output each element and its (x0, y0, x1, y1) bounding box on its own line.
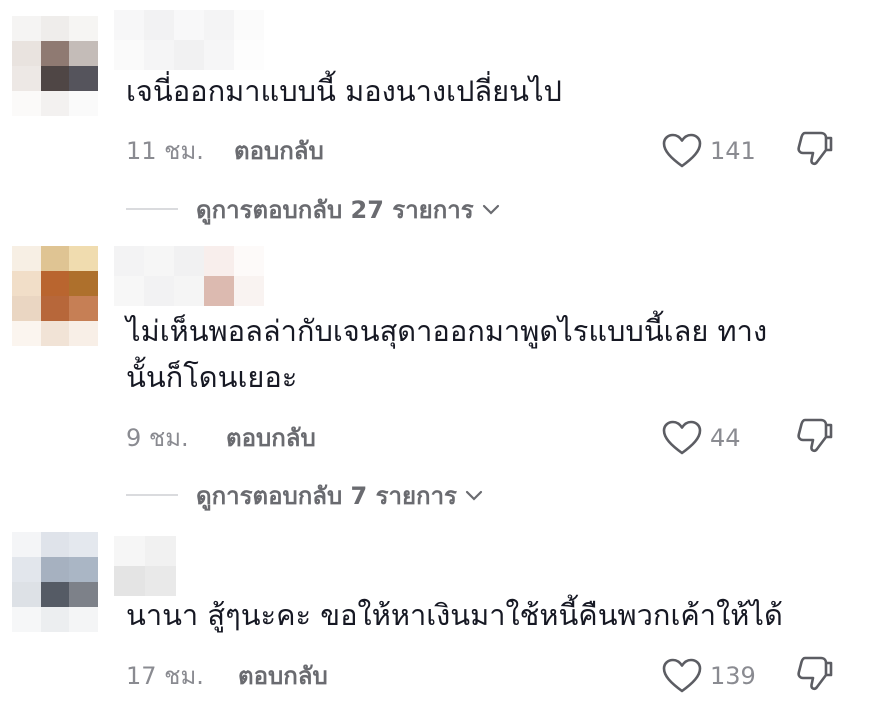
avatar[interactable] (12, 246, 98, 346)
heart-outline-icon (662, 133, 702, 168)
reply-button[interactable]: ตอบกลับ (238, 658, 328, 694)
chevron-down-icon (465, 490, 483, 501)
like-button[interactable]: 139 (662, 656, 756, 696)
comment-time: 17 ชม. (126, 662, 204, 690)
replies-divider (126, 208, 178, 210)
like-count: 44 (710, 424, 741, 452)
reply-button[interactable]: ตอบกลับ (226, 420, 316, 456)
comment-time: 9 ชม. (126, 424, 189, 452)
comment-time: 11 ชม. (126, 137, 204, 165)
comment-meta: 11 ชม. ตอบกลับ 141 (126, 131, 870, 171)
view-replies-label: ดูการตอบกลับ 27 รายการ (196, 195, 474, 224)
like-count: 141 (710, 137, 756, 165)
view-replies-button[interactable]: ดูการตอบกลับ 7 รายการ (126, 478, 485, 512)
like-count: 139 (710, 662, 756, 690)
username-blurred[interactable] (114, 536, 176, 596)
comment-meta: 17 ชม. ตอบกลับ 139 (126, 656, 870, 696)
heart-outline-icon (662, 658, 702, 693)
username-blurred[interactable] (114, 10, 264, 70)
replies-divider (126, 494, 178, 496)
like-button[interactable]: 44 (662, 418, 741, 458)
reply-button[interactable]: ตอบกลับ (234, 133, 324, 169)
username-blurred[interactable] (114, 246, 264, 306)
heart-outline-icon (662, 420, 702, 455)
thumbs-down-icon[interactable] (794, 654, 834, 694)
thumbs-down-icon[interactable] (794, 416, 834, 456)
chevron-down-icon (482, 204, 499, 215)
like-button[interactable]: 141 (662, 131, 756, 171)
thumbs-down-icon[interactable] (794, 129, 834, 169)
comment-text: เจนี่ออกมาแบบนี้ มองนางเปลี่ยนไป (126, 74, 562, 108)
view-replies-label: ดูการตอบกลับ 7 รายการ (196, 481, 457, 510)
comment-text: ไม่เห็นพอลล่ากับเจนสุดาออกมาพูดไรแบบนี้เ… (126, 314, 768, 394)
avatar[interactable] (12, 16, 98, 116)
avatar[interactable] (12, 532, 98, 632)
comment-meta: 9 ชม. ตอบกลับ 44 (126, 418, 870, 458)
comment-text: นานา สู้ๆนะคะ ขอให้หาเงินมาใช้หนี้คืนพวก… (126, 598, 783, 632)
view-replies-button[interactable]: ดูการตอบกลับ 27 รายการ (126, 192, 502, 226)
